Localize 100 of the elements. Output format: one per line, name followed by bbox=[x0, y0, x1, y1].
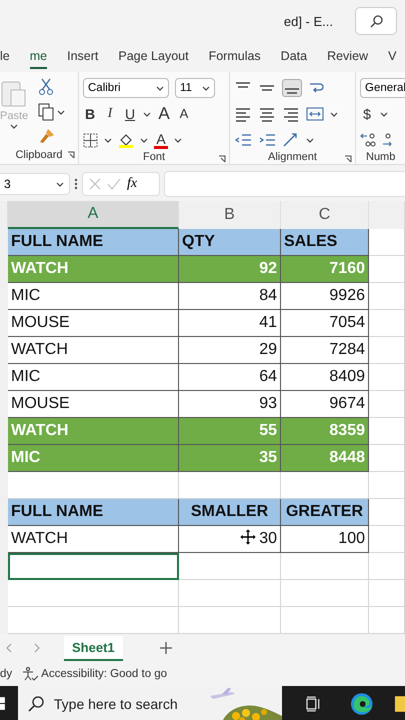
sheet-tab[interactable]: Sheet1 bbox=[64, 636, 123, 660]
window-title: ed] - E... bbox=[284, 14, 333, 28]
table-cell: MOUSE bbox=[8, 310, 179, 337]
paintbrush-icon[interactable] bbox=[38, 128, 56, 144]
add-sheet-icon[interactable] bbox=[158, 641, 173, 655]
empty-cell[interactable] bbox=[369, 391, 405, 418]
bold-button[interactable]: B bbox=[83, 105, 97, 123]
caret-icon bbox=[306, 138, 314, 142]
ribbon-tab[interactable]: Review bbox=[327, 45, 368, 69]
search-icon bbox=[370, 14, 382, 28]
formula-input[interactable] bbox=[164, 171, 405, 197]
empty-cell[interactable] bbox=[179, 553, 281, 580]
selected-cell[interactable] bbox=[8, 553, 179, 580]
move-cursor-icon bbox=[240, 529, 256, 545]
empty-cell[interactable] bbox=[369, 337, 405, 364]
caret-icon bbox=[140, 138, 148, 142]
table-cell: 29 bbox=[179, 337, 281, 364]
empty-cell[interactable] bbox=[369, 310, 405, 337]
caret-icon bbox=[104, 138, 112, 142]
empty-cell[interactable] bbox=[281, 553, 369, 580]
increase-decimal-icon[interactable] bbox=[360, 132, 376, 148]
ribbon-tab[interactable]: le bbox=[0, 45, 10, 69]
cancel-icon[interactable] bbox=[89, 178, 101, 190]
table-cell: WATCH bbox=[8, 418, 179, 445]
caret-icon bbox=[10, 124, 18, 129]
empty-cell[interactable] bbox=[369, 364, 405, 391]
browser-icon[interactable] bbox=[350, 692, 374, 716]
caret-icon bbox=[330, 112, 338, 116]
align-right-icon[interactable] bbox=[282, 106, 300, 122]
increase-indent-icon[interactable] bbox=[258, 133, 276, 147]
windows-icon[interactable] bbox=[0, 697, 6, 711]
check-icon[interactable] bbox=[107, 178, 121, 190]
font-name-dropdown[interactable]: Calibri bbox=[83, 78, 169, 98]
group-label: Alignment bbox=[230, 150, 355, 164]
currency-button[interactable]: $ bbox=[360, 105, 374, 123]
header-cell: SALES bbox=[281, 229, 369, 256]
group-label: Numb bbox=[365, 150, 396, 164]
table-cell: 100 bbox=[281, 526, 369, 553]
search-button[interactable] bbox=[355, 7, 397, 35]
ribbon-tab[interactable]: Data bbox=[280, 45, 308, 69]
table-cell: 84 bbox=[179, 283, 281, 310]
column-header[interactable]: A bbox=[8, 201, 179, 229]
previous-sheet-icon[interactable] bbox=[6, 643, 12, 653]
search-icon bbox=[28, 696, 44, 712]
accessibility-icon[interactable] bbox=[22, 667, 38, 681]
decrease-font-button[interactable]: A bbox=[177, 105, 191, 123]
caret-icon bbox=[156, 86, 164, 90]
decrease-indent-icon[interactable] bbox=[234, 133, 252, 147]
empty-cell[interactable] bbox=[369, 553, 405, 580]
borders-icon[interactable] bbox=[83, 132, 98, 148]
table-cell: WATCH bbox=[8, 337, 179, 364]
ribbon-tab[interactable]: Insert bbox=[67, 45, 98, 69]
table-cell: 64 bbox=[179, 364, 281, 391]
table-cell: 55 bbox=[179, 418, 281, 445]
fill-color-icon[interactable] bbox=[118, 132, 134, 148]
ribbon-tab[interactable]: me bbox=[30, 45, 48, 69]
table-cell: 7284 bbox=[281, 337, 369, 364]
caret-icon bbox=[143, 112, 151, 116]
empty-cell[interactable] bbox=[369, 283, 405, 310]
accessibility-status[interactable]: Accessibility: Good to go bbox=[41, 668, 168, 680]
dialog-launcher-icon[interactable] bbox=[67, 151, 75, 159]
next-sheet-icon[interactable] bbox=[34, 643, 40, 653]
italic-button[interactable]: I bbox=[103, 105, 117, 123]
empty-cell[interactable] bbox=[369, 526, 405, 553]
table-cell: 41 bbox=[179, 310, 281, 337]
underline-button[interactable]: U bbox=[123, 105, 137, 123]
increase-font-button[interactable]: A bbox=[157, 105, 171, 123]
decrease-decimal-icon[interactable] bbox=[382, 132, 394, 148]
empty-cell[interactable] bbox=[179, 580, 281, 607]
table-cell: 8359 bbox=[281, 418, 369, 445]
name-box[interactable]: 3 bbox=[0, 173, 70, 195]
table-cell: 9926 bbox=[281, 283, 369, 310]
copy-icon[interactable] bbox=[38, 103, 54, 121]
header-cell: SMALLER bbox=[179, 499, 281, 526]
dialog-launcher-icon[interactable] bbox=[344, 155, 352, 163]
ribbon-tab[interactable]: Page Layout bbox=[118, 45, 189, 69]
ribbon-tab[interactable]: Formulas bbox=[208, 45, 261, 69]
align-center-icon[interactable] bbox=[258, 106, 276, 122]
empty-cell[interactable] bbox=[281, 580, 369, 607]
folder-icon[interactable] bbox=[393, 694, 405, 714]
font-color-button[interactable]: A bbox=[154, 132, 168, 148]
task-view-icon[interactable] bbox=[306, 696, 322, 712]
dialog-launcher-icon[interactable] bbox=[218, 155, 226, 163]
scissors-icon[interactable] bbox=[38, 78, 54, 96]
header-cell: GREATER bbox=[281, 499, 369, 526]
caret-icon bbox=[57, 110, 66, 114]
table-cell: 35 bbox=[179, 445, 281, 472]
insert-function-button[interactable]: fx bbox=[127, 176, 138, 192]
table-cell: 8409 bbox=[281, 364, 369, 391]
font-size-dropdown[interactable]: 11 bbox=[175, 78, 215, 98]
ribbon-tab[interactable]: V bbox=[388, 45, 396, 69]
empty-cell[interactable] bbox=[369, 580, 405, 607]
taskbar-search-field[interactable]: Type here to search bbox=[18, 686, 282, 720]
merge-cells-icon[interactable] bbox=[306, 106, 324, 122]
table-cell: 7160 bbox=[281, 256, 369, 283]
align-left-icon[interactable] bbox=[234, 106, 252, 122]
number-format-dropdown[interactable]: General bbox=[360, 78, 405, 98]
empty-cell[interactable] bbox=[369, 472, 405, 499]
table-cell: MIC bbox=[8, 283, 179, 310]
group-label: Clipboard bbox=[0, 146, 78, 164]
